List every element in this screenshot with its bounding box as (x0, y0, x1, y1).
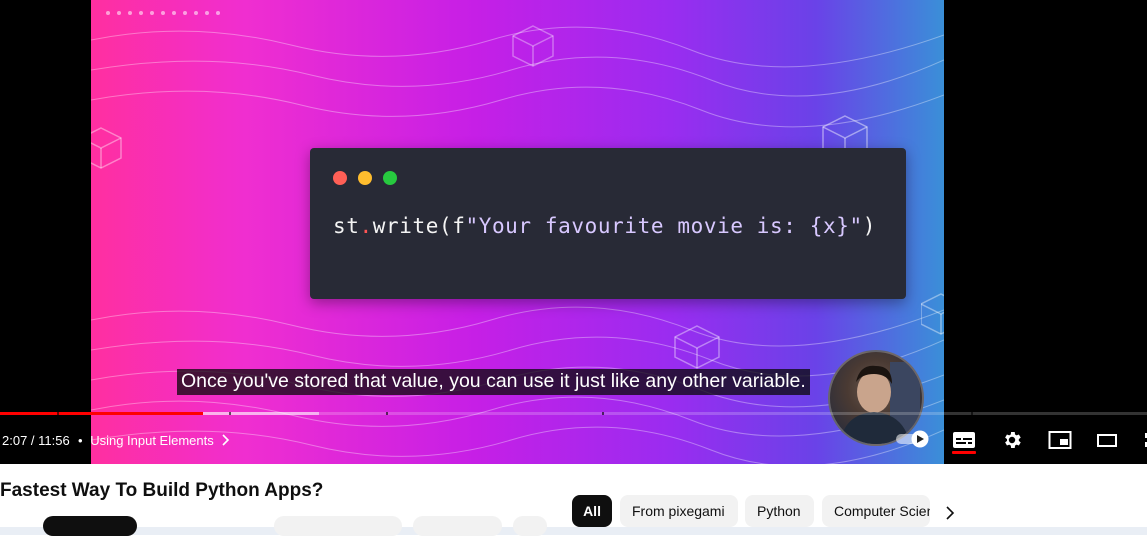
bottom-strip (0, 527, 1147, 535)
code-call: write(f (372, 214, 466, 238)
chapter-separator: • (78, 433, 83, 448)
chip-python[interactable]: Python (745, 495, 814, 527)
dot-grid-decoration (106, 11, 220, 15)
chapter-marker (971, 412, 973, 415)
subtitles-active-indicator (952, 451, 976, 454)
chapter-marker (57, 412, 59, 415)
cube-decoration (512, 25, 554, 67)
subtitles-button[interactable] (951, 428, 977, 452)
theater-mode-button[interactable] (1095, 428, 1121, 452)
chips-next-button[interactable] (940, 502, 960, 524)
fullscreen-icon (1145, 433, 1147, 447)
time-display: 2:07 / 11:56 (2, 433, 70, 448)
video-title[interactable]: Fastest Way To Build Python Apps? (0, 480, 323, 502)
code-dot: . (359, 214, 373, 238)
theater-mode-icon (1097, 434, 1117, 447)
subtitles-icon (953, 432, 975, 448)
chevron-right-icon (946, 506, 955, 520)
miniplayer-button[interactable] (1047, 428, 1073, 452)
maximize-dot-icon (383, 171, 397, 185)
cube-decoration (91, 127, 122, 169)
chip-all[interactable]: All (572, 495, 612, 527)
minimize-dot-icon (358, 171, 372, 185)
chapter-button[interactable]: • Using Input Elements (78, 433, 231, 448)
code-object: st (333, 214, 360, 238)
autoplay-toggle-icon (896, 430, 929, 448)
code-line: st.write(f"Your favourite movie is: {x}"… (333, 214, 876, 238)
chapter-marker (229, 412, 231, 415)
chapter-marker (602, 412, 604, 415)
chapter-marker (386, 412, 388, 415)
chevron-right-icon (222, 434, 230, 446)
fullscreen-button[interactable] (1137, 428, 1147, 452)
autoplay-toggle[interactable] (896, 430, 932, 448)
settings-button[interactable] (999, 428, 1025, 452)
code-close: ) (862, 214, 876, 238)
cube-decoration (921, 293, 944, 335)
code-window: st.write(f"Your favourite movie is: {x}"… (310, 148, 906, 299)
like-dislike-button[interactable] (274, 516, 402, 536)
share-button[interactable] (413, 516, 502, 536)
chip-from-pixegami[interactable]: From pixegami (620, 495, 738, 527)
progress-played (0, 412, 204, 415)
subscribe-button[interactable] (43, 516, 137, 536)
chapter-title: Using Input Elements (90, 433, 214, 448)
subtitle-caption: Once you've stored that value, you can u… (177, 369, 810, 395)
gear-icon (1005, 432, 1021, 448)
miniplayer-icon (1048, 431, 1072, 449)
chip-computer-science[interactable]: Computer Science (822, 495, 930, 527)
close-dot-icon (333, 171, 347, 185)
video-player[interactable]: st.write(f"Your favourite movie is: {x}"… (0, 0, 1147, 464)
more-actions-button[interactable] (513, 516, 547, 536)
cube-decoration (674, 325, 720, 369)
code-string: "Your favourite movie is: {x}" (465, 214, 863, 238)
